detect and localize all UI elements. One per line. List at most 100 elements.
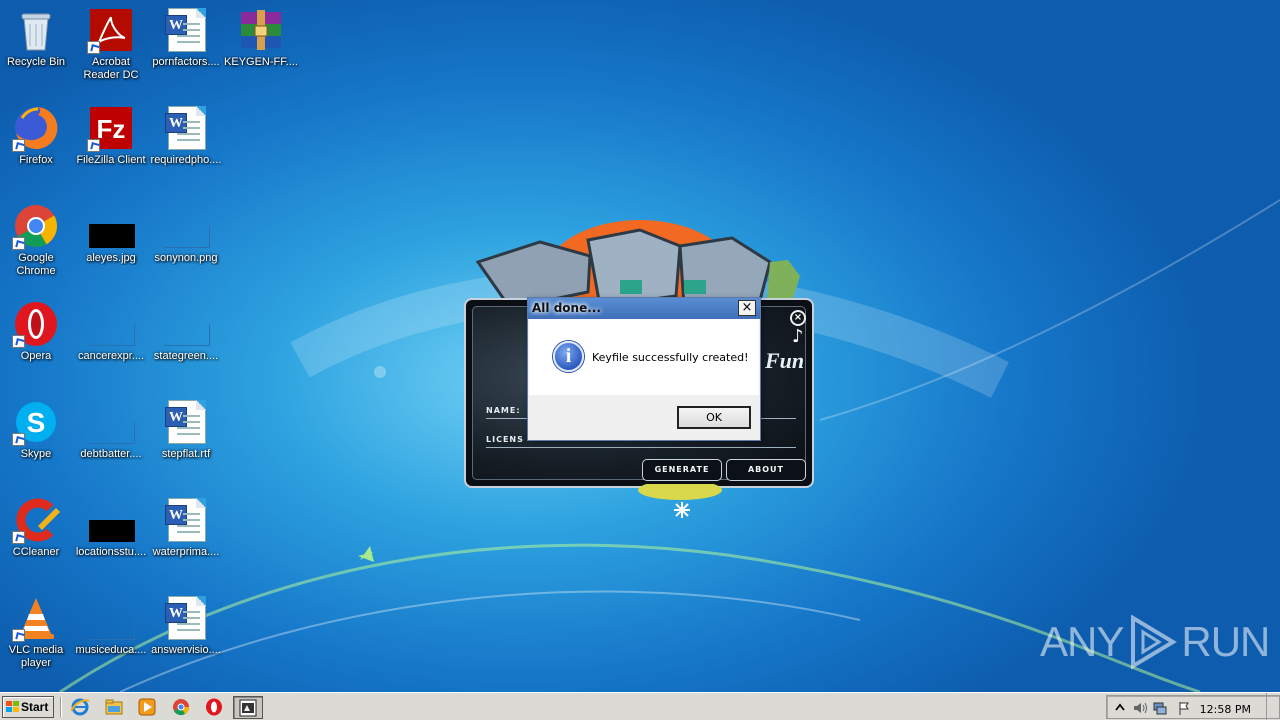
taskbar-keygen-button[interactable]: [233, 696, 263, 719]
desktop-icon-label: debtbatter....: [80, 448, 142, 460]
desktop-icon-label: FileZilla Client: [76, 154, 146, 166]
desktop-icon-acrobat[interactable]: Acrobat Reader DC: [73, 2, 149, 82]
action-center-flag-icon[interactable]: [1177, 701, 1191, 715]
dialog-body: i Keyfile successfully created!: [529, 319, 759, 395]
desktop-icon-vlc[interactable]: VLC media player: [0, 590, 74, 670]
dialog-title: All done...: [532, 301, 601, 315]
message-dialog[interactable]: All done... × i Keyfile successfully cre…: [527, 297, 761, 441]
keygen-close-icon[interactable]: ×: [790, 310, 806, 326]
shortcut-arrow-icon: [12, 139, 25, 152]
media-player-icon[interactable]: [137, 697, 157, 717]
skype-icon: S: [12, 398, 60, 446]
start-label: Start: [21, 700, 49, 714]
svg-text:Fz: Fz: [97, 114, 126, 144]
desktop-icon-waterprima[interactable]: W waterprima....: [148, 492, 224, 559]
desktop-icon-label: Opera: [20, 350, 52, 362]
image-thumb-icon: [162, 300, 210, 348]
winrar-archive-icon: [237, 6, 285, 54]
desktop-icon-label: Firefox: [19, 154, 53, 166]
about-button[interactable]: ABOUT: [726, 459, 806, 481]
keygen-logo-art: [475, 220, 800, 308]
desktop-icon-ccleaner[interactable]: CCleaner: [0, 492, 74, 559]
vlc-icon: [12, 594, 60, 642]
word-doc-icon: W: [162, 6, 210, 54]
internet-explorer-icon[interactable]: [70, 697, 90, 717]
desktop-icon-skype[interactable]: S Skype: [0, 394, 74, 461]
desktop-icon-cancerexpr[interactable]: cancerexpr....: [73, 296, 149, 363]
acrobat-icon: [87, 6, 135, 54]
desktop-icon-stepflat[interactable]: W stepflat.rtf: [148, 394, 224, 461]
desktop-icon-debtbatter[interactable]: debtbatter....: [73, 394, 149, 461]
word-doc-icon: W: [162, 594, 210, 642]
license-field[interactable]: [486, 447, 796, 448]
keygen-title-fragment: Fun: [765, 348, 805, 373]
dialog-close-button[interactable]: ×: [738, 300, 756, 316]
desktop-icon-stategreen[interactable]: stategreen....: [148, 296, 224, 363]
desktop-icon-musiceduca[interactable]: musiceduca....: [73, 590, 149, 657]
show-hidden-icons-icon[interactable]: [1113, 701, 1127, 715]
desktop-icon-opera[interactable]: Opera: [0, 296, 74, 363]
recycle-bin-icon: [12, 6, 60, 54]
desktop-icon-aleyes[interactable]: aleyes.jpg: [73, 198, 149, 265]
shortcut-arrow-icon: [87, 139, 100, 152]
desktop-icon-label: Recycle Bin: [6, 56, 66, 68]
image-thumb-icon: [162, 202, 210, 250]
watermark-left-text: ANY: [1040, 618, 1124, 665]
firefox-icon: [12, 104, 60, 152]
desktop-icon-label: stategreen....: [153, 350, 219, 362]
play-icon: [1131, 614, 1178, 670]
desktop-icon-keygen-archive[interactable]: KEYGEN-FF....: [223, 2, 299, 69]
desktop-icon-recycle-bin[interactable]: Recycle Bin: [0, 2, 74, 69]
desktop-icon-label: cancerexpr....: [77, 350, 145, 362]
filezilla-icon: Fz: [87, 104, 135, 152]
desktop-icon-requiredpho[interactable]: W requiredpho....: [148, 100, 224, 167]
desktop-icon-label: KEYGEN-FF....: [224, 56, 298, 68]
desktop-icon-locationsstu[interactable]: locationsstu....: [73, 492, 149, 559]
license-label: LICENS: [486, 435, 524, 444]
file-explorer-icon[interactable]: [104, 697, 124, 717]
desktop-icon-pornfactors[interactable]: W pornfactors....: [148, 2, 224, 69]
dialog-titlebar[interactable]: All done... ×: [528, 298, 760, 319]
network-icon[interactable]: [1153, 701, 1167, 715]
desktop-icon-label: aleyes.jpg: [86, 252, 136, 264]
desktop-icon-label: locationsstu....: [75, 546, 147, 558]
generate-button[interactable]: GENERATE: [642, 459, 722, 481]
shortcut-arrow-icon: [12, 237, 25, 250]
show-desktop-button[interactable]: [1266, 693, 1280, 720]
shortcut-arrow-icon: [12, 335, 25, 348]
name-label: NAME:: [486, 406, 521, 415]
chrome-icon: [12, 202, 60, 250]
desktop-icon-label: waterprima....: [152, 546, 220, 558]
desktop-icon-label: sonynon.png: [154, 252, 218, 264]
desktop-icon-answervisio[interactable]: W answervisio....: [148, 590, 224, 657]
image-thumb-icon: [87, 496, 135, 544]
system-tray: 12:58 PM: [1106, 695, 1280, 719]
desktop-icon-sonynon[interactable]: sonynon.png: [148, 198, 224, 265]
volume-icon[interactable]: [1133, 701, 1147, 715]
shortcut-arrow-icon: [12, 433, 25, 446]
shortcut-arrow-icon: [12, 629, 25, 642]
chrome-icon[interactable]: [171, 697, 191, 717]
ccleaner-icon: [12, 496, 60, 544]
start-button[interactable]: Start: [2, 696, 54, 718]
desktop-icon-label: Google Chrome: [16, 252, 56, 277]
desktop-icon-label: answervisio....: [151, 644, 221, 656]
clock[interactable]: 12:58 PM: [1200, 703, 1251, 716]
ok-button[interactable]: OK: [677, 406, 751, 429]
watermark-right-text: RUN: [1181, 618, 1270, 665]
svg-text:S: S: [27, 407, 46, 438]
image-thumb-icon: [87, 300, 135, 348]
opera-icon[interactable]: [204, 697, 224, 717]
word-doc-icon: W: [162, 104, 210, 152]
dialog-message: Keyfile successfully created!: [592, 351, 749, 364]
desktop-icon-google-chrome[interactable]: Google Chrome: [0, 198, 74, 278]
desktop-icon-label: musiceduca....: [75, 644, 147, 656]
desktop-icon-label: Acrobat Reader DC: [83, 56, 139, 81]
desktop-icon-label: Skype: [20, 448, 52, 460]
word-doc-icon: W: [162, 398, 210, 446]
music-note-icon[interactable]: ♪: [792, 326, 804, 347]
desktop-icon-firefox[interactable]: Firefox: [0, 100, 74, 167]
info-icon: i: [553, 341, 584, 372]
opera-icon: [12, 300, 60, 348]
desktop-icon-filezilla[interactable]: Fz FileZilla Client: [73, 100, 149, 167]
